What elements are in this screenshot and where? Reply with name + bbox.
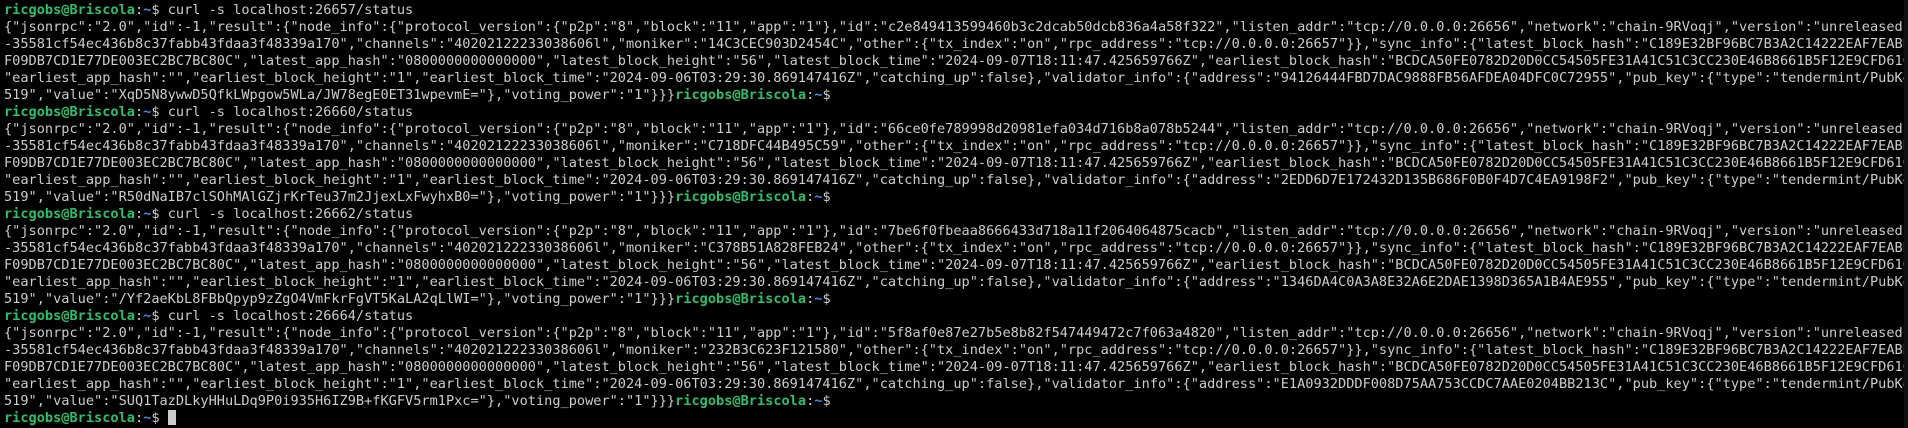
prompt-user-host: ricgobs@Briscola [4, 410, 135, 426]
command-text: curl -s localhost:26660/status [159, 104, 414, 120]
prompt-separator: : [134, 206, 144, 222]
output-line: F09DB7CD1E77DE003EC2BC7BC80C","latest_ap… [4, 257, 1904, 274]
prompt-separator: : [134, 2, 144, 18]
scrollbar[interactable] [1904, 0, 1908, 428]
output-text: {"jsonrpc":"2.0","id":-1,"result":{"node… [4, 223, 1904, 239]
command-text: curl -s localhost:26657/status [159, 2, 414, 18]
prompt-dollar: $ [151, 308, 160, 324]
prompt-dollar: $ [822, 393, 831, 409]
output-text: -35581cf54ec436b8c37fabb43fdaa3f48339a17… [4, 240, 1904, 256]
output-line: "earliest_app_hash":"","earliest_block_h… [4, 376, 1904, 393]
command-text: curl -s localhost:26664/status [159, 308, 414, 324]
prompt-dollar: $ [151, 104, 160, 120]
prompt-dollar: $ [822, 87, 831, 103]
output-text: 519","value":"XqD5N8ywwD5QfkLWpgow5WLa/J… [4, 87, 676, 103]
output-line: -35581cf54ec436b8c37fabb43fdaa3f48339a17… [4, 342, 1904, 359]
output-text: F09DB7CD1E77DE003EC2BC7BC80C","latest_ap… [4, 359, 1904, 375]
output-line: -35581cf54ec436b8c37fabb43fdaa3f48339a17… [4, 240, 1904, 257]
output-text: "earliest_app_hash":"","earliest_block_h… [4, 70, 1904, 86]
prompt-user-host: ricgobs@Briscola [4, 206, 135, 222]
prompt-user-host: ricgobs@Briscola [675, 87, 807, 103]
output-text: F09DB7CD1E77DE003EC2BC7BC80C","latest_ap… [4, 155, 1904, 171]
prompt-user-host: ricgobs@Briscola [4, 308, 135, 324]
output-line: {"jsonrpc":"2.0","id":-1,"result":{"node… [4, 19, 1904, 36]
prompt-dollar: $ [151, 410, 160, 426]
command-line: ricgobs@Briscola:~$ curl -s localhost:26… [4, 104, 1904, 121]
output-line: "earliest_app_hash":"","earliest_block_h… [4, 70, 1904, 87]
prompt-user-host: ricgobs@Briscola [675, 393, 807, 409]
output-line: {"jsonrpc":"2.0","id":-1,"result":{"node… [4, 325, 1904, 342]
output-line: {"jsonrpc":"2.0","id":-1,"result":{"node… [4, 121, 1904, 138]
prompt-user-host: ricgobs@Briscola [675, 189, 807, 205]
output-text: {"jsonrpc":"2.0","id":-1,"result":{"node… [4, 121, 1904, 137]
output-text: {"jsonrpc":"2.0","id":-1,"result":{"node… [4, 325, 1904, 341]
prompt-user-host: ricgobs@Briscola [4, 104, 135, 120]
output-text: 519","value":"/Yf2aeKbL8FBbQpyp9zZgO4VmF… [4, 291, 676, 307]
output-line: 519","value":"/Yf2aeKbL8FBbQpyp9zZgO4VmF… [4, 291, 1904, 308]
output-line: -35581cf54ec436b8c37fabb43fdaa3f48339a17… [4, 36, 1904, 53]
output-text: -35581cf54ec436b8c37fabb43fdaa3f48339a17… [4, 138, 1904, 154]
prompt-dollar: $ [151, 206, 160, 222]
output-line: 519","value":"XqD5N8ywwD5QfkLWpgow5WLa/J… [4, 87, 1904, 104]
text-cursor [167, 410, 176, 425]
prompt-separator: : [134, 410, 144, 426]
output-line: {"jsonrpc":"2.0","id":-1,"result":{"node… [4, 223, 1904, 240]
output-line: 519","value":"SUQ1TazDLkyHHuLDq9P0i935H6… [4, 393, 1904, 410]
terminal-output: ricgobs@Briscola:~$ curl -s localhost:26… [4, 2, 1904, 427]
output-text: "earliest_app_hash":"","earliest_block_h… [4, 172, 1904, 188]
output-line: F09DB7CD1E77DE003EC2BC7BC80C","latest_ap… [4, 359, 1904, 376]
output-text: F09DB7CD1E77DE003EC2BC7BC80C","latest_ap… [4, 53, 1904, 69]
prompt-user-host: ricgobs@Briscola [675, 291, 807, 307]
output-line: F09DB7CD1E77DE003EC2BC7BC80C","latest_ap… [4, 155, 1904, 172]
output-line: "earliest_app_hash":"","earliest_block_h… [4, 274, 1904, 291]
command-line: ricgobs@Briscola:~$ curl -s localhost:26… [4, 308, 1904, 325]
output-text: -35581cf54ec436b8c37fabb43fdaa3f48339a17… [4, 36, 1904, 52]
output-text: -35581cf54ec436b8c37fabb43fdaa3f48339a17… [4, 342, 1904, 358]
output-text: 519","value":"R50dNaIB7clSOhMAlGZjrKrTeu… [4, 189, 676, 205]
terminal-window[interactable]: ricgobs@Briscola:~$ curl -s localhost:26… [0, 0, 1908, 428]
command-text: curl -s localhost:26662/status [159, 206, 414, 222]
output-line: -35581cf54ec436b8c37fabb43fdaa3f48339a17… [4, 138, 1904, 155]
output-line: F09DB7CD1E77DE003EC2BC7BC80C","latest_ap… [4, 53, 1904, 70]
output-line: 519","value":"R50dNaIB7clSOhMAlGZjrKrTeu… [4, 189, 1904, 206]
prompt-user-host: ricgobs@Briscola [4, 2, 135, 18]
output-text: F09DB7CD1E77DE003EC2BC7BC80C","latest_ap… [4, 257, 1904, 273]
output-text: "earliest_app_hash":"","earliest_block_h… [4, 376, 1904, 392]
command-line: ricgobs@Briscola:~$ curl -s localhost:26… [4, 2, 1904, 19]
output-text: {"jsonrpc":"2.0","id":-1,"result":{"node… [4, 19, 1904, 35]
output-line: "earliest_app_hash":"","earliest_block_h… [4, 172, 1904, 189]
current-prompt-line[interactable]: ricgobs@Briscola:~$ [4, 410, 1904, 427]
command-line: ricgobs@Briscola:~$ curl -s localhost:26… [4, 206, 1904, 223]
prompt-dollar: $ [151, 2, 160, 18]
output-text: "earliest_app_hash":"","earliest_block_h… [4, 274, 1904, 290]
output-text: 519","value":"SUQ1TazDLkyHHuLDq9P0i935H6… [4, 393, 676, 409]
prompt-separator: : [134, 308, 144, 324]
prompt-dollar: $ [822, 189, 831, 205]
prompt-separator: : [134, 104, 144, 120]
prompt-dollar: $ [822, 291, 831, 307]
